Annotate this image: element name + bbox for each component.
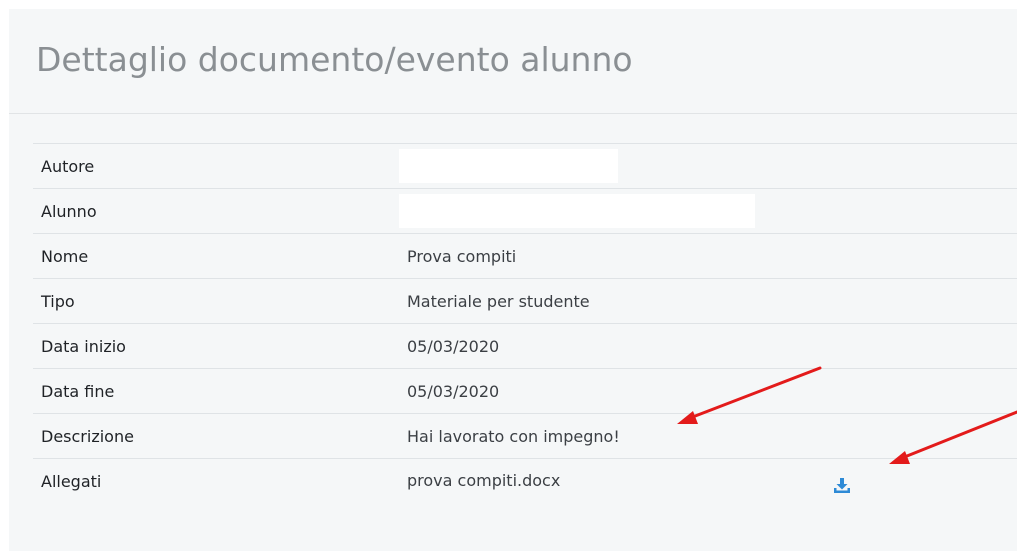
- row-label-data-inizio: Data inizio: [33, 323, 399, 369]
- row-value-allegati: prova compiti.docx: [399, 458, 1017, 503]
- table-row-data-fine: Data fine 05/03/2020: [33, 368, 1017, 414]
- table-row-allegati: Allegati prova compiti.docx: [33, 458, 1017, 503]
- row-value-autore: [399, 143, 1017, 189]
- redacted-alunno-value: [399, 194, 755, 228]
- row-value-data-inizio: 05/03/2020: [399, 323, 1017, 369]
- attachment-filename: prova compiti.docx: [407, 470, 561, 490]
- table-row-nome: Nome Prova compiti: [33, 233, 1017, 279]
- detail-panel: Dettaglio documento/evento alunno Autore…: [9, 9, 1017, 551]
- row-value-data-fine: 05/03/2020: [399, 368, 1017, 414]
- table-row-alunno: Alunno: [33, 188, 1017, 234]
- table-row-data-inizio: Data inizio 05/03/2020: [33, 323, 1017, 369]
- row-label-tipo: Tipo: [33, 278, 399, 324]
- row-value-descrizione: Hai lavorato con impegno!: [399, 413, 1017, 459]
- detail-table: Autore Alunno Nome Prova compiti Tipo Ma…: [33, 143, 1017, 503]
- row-value-nome: Prova compiti: [399, 233, 1017, 279]
- panel-header: Dettaglio documento/evento alunno: [9, 9, 1017, 114]
- table-row-descrizione: Descrizione Hai lavorato con impegno!: [33, 413, 1017, 459]
- row-label-allegati: Allegati: [33, 458, 399, 503]
- page-title: Dettaglio documento/evento alunno: [36, 40, 633, 79]
- row-label-alunno: Alunno: [33, 188, 399, 234]
- row-label-descrizione: Descrizione: [33, 413, 399, 459]
- table-row-autore: Autore: [33, 143, 1017, 189]
- row-label-nome: Nome: [33, 233, 399, 279]
- row-value-alunno: [399, 188, 1017, 234]
- row-label-autore: Autore: [33, 143, 399, 189]
- redacted-autore-value: [399, 149, 618, 183]
- table-row-tipo: Tipo Materiale per studente: [33, 278, 1017, 324]
- row-label-data-fine: Data fine: [33, 368, 399, 414]
- download-icon[interactable]: [832, 476, 852, 496]
- row-value-tipo: Materiale per studente: [399, 278, 1017, 324]
